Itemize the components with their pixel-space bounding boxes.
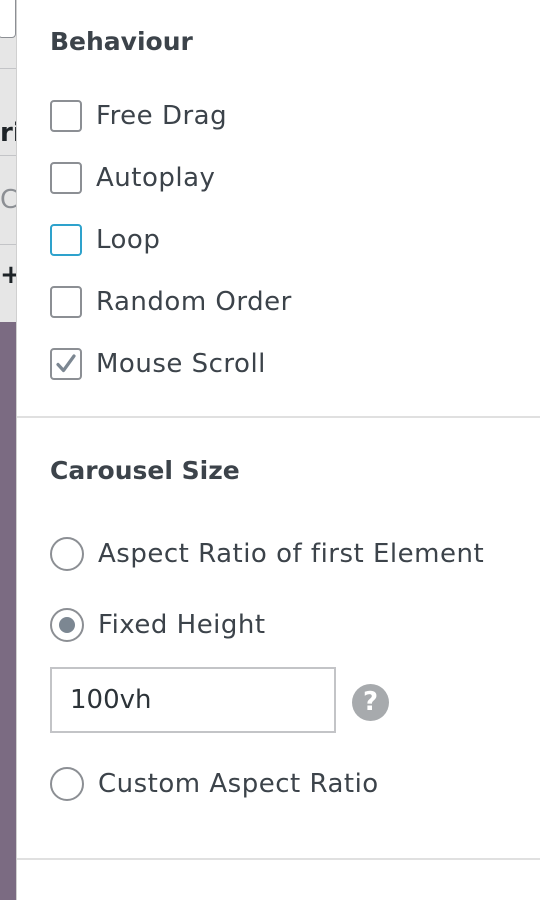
background-page-strip: ri Co + (0, 0, 34, 900)
loop-checkbox[interactable] (50, 224, 82, 256)
aspect-ratio-first-element-option[interactable]: Aspect Ratio of first Element (50, 534, 484, 574)
background-divider (0, 244, 16, 245)
mouse-scroll-checkbox[interactable] (50, 348, 82, 380)
random-order-option[interactable]: Random Order (50, 282, 292, 322)
mouse-scroll-label: Mouse Scroll (96, 349, 266, 379)
settings-panel: Behaviour Free Drag Autoplay Loop Random… (16, 0, 540, 900)
carousel-size-title: Carousel Size (50, 456, 240, 485)
fixed-height-input[interactable] (50, 667, 336, 733)
mouse-scroll-option[interactable]: Mouse Scroll (50, 344, 266, 384)
fixed-height-radio[interactable] (50, 608, 84, 642)
autoplay-option[interactable]: Autoplay (50, 158, 215, 198)
free-drag-checkbox[interactable] (50, 100, 82, 132)
custom-aspect-ratio-option[interactable]: Custom Aspect Ratio (50, 764, 379, 804)
help-icon[interactable]: ? (352, 684, 389, 721)
loop-label: Loop (96, 225, 161, 255)
free-drag-option[interactable]: Free Drag (50, 96, 227, 136)
section-divider (17, 858, 540, 860)
checkmark-icon (56, 354, 76, 373)
background-page-area: ri Co + (0, 0, 34, 322)
autoplay-checkbox[interactable] (50, 162, 82, 194)
free-drag-label: Free Drag (96, 101, 228, 131)
section-divider (17, 416, 540, 418)
fixed-height-label: Fixed Height (98, 610, 266, 640)
radio-selected-dot (59, 617, 75, 633)
custom-aspect-ratio-label: Custom Aspect Ratio (98, 769, 379, 799)
background-field (0, 0, 16, 38)
fixed-height-option[interactable]: Fixed Height (50, 605, 266, 645)
autoplay-label: Autoplay (96, 163, 216, 193)
behaviour-title: Behaviour (50, 27, 193, 56)
background-divider (0, 155, 16, 156)
background-divider (0, 68, 16, 69)
loop-option[interactable]: Loop (50, 220, 160, 260)
random-order-label: Random Order (96, 287, 292, 317)
custom-aspect-ratio-radio[interactable] (50, 767, 84, 801)
random-order-checkbox[interactable] (50, 286, 82, 318)
aspect-ratio-first-element-label: Aspect Ratio of first Element (98, 539, 485, 569)
aspect-ratio-first-element-radio[interactable] (50, 537, 84, 571)
